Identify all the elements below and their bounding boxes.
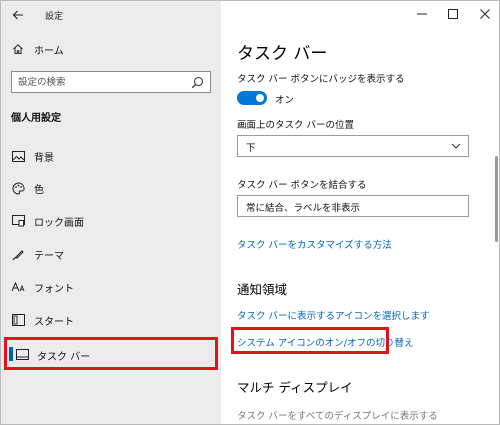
section-title: 個人用設定 [11, 113, 61, 124]
toggle-knob [256, 94, 264, 102]
page-title: タスク バー [237, 44, 328, 64]
customize-taskbar-link[interactable]: タスク バーをカスタマイズする方法 [237, 237, 392, 251]
sidebar-item-label: ホーム [34, 46, 64, 57]
sidebar-item-label: 色 [34, 185, 44, 196]
minimize-button[interactable] [412, 5, 432, 23]
search-box[interactable] [11, 71, 211, 93]
sidebar: 設定 ホーム 個人用設定 背景 色 [1, 1, 221, 424]
combine-dropdown-value: 常に結合、ラベルを非表示 [246, 203, 361, 214]
sidebar-item-label: タスク バー [37, 352, 91, 363]
titlebar: 設定 [1, 1, 221, 29]
badge-toggle[interactable] [237, 91, 267, 105]
selection-indicator [9, 347, 13, 361]
maximize-icon [448, 9, 458, 19]
close-button[interactable] [475, 5, 495, 23]
system-icons-link[interactable]: システム アイコンのオン/オフの切り替え [237, 335, 413, 349]
position-dropdown[interactable]: 下 [237, 135, 469, 157]
settings-window: 設定 ホーム 個人用設定 背景 色 [0, 0, 500, 425]
position-dropdown-value: 下 [246, 143, 256, 154]
chevron-down-icon [451, 143, 461, 149]
badge-toggle-state: オン [275, 95, 295, 106]
all-displays-label: タスク バーをすべてのディスプレイに表示する [237, 411, 438, 422]
combine-dropdown[interactable]: 常に結合、ラベルを非表示 [237, 195, 469, 217]
sidebar-item-font[interactable]: フォント [1, 274, 221, 300]
font-icon [11, 280, 25, 294]
position-setting-label: 画面上のタスク バーの位置 [237, 120, 355, 131]
select-icons-link[interactable]: タスク バーに表示するアイコンを選択します [237, 308, 430, 322]
sidebar-item-start[interactable]: スタート [1, 307, 221, 333]
app-title: 設定 [45, 12, 64, 22]
palette-icon [11, 181, 25, 195]
sidebar-item-label: スタート [34, 317, 74, 328]
notification-area-heading: 通知領域 [237, 282, 288, 297]
badge-setting-label: タスク バー ボタンにバッジを表示する [237, 74, 405, 85]
sidebar-item-background[interactable]: 背景 [1, 143, 221, 169]
lock-screen-icon [11, 214, 25, 228]
sidebar-item-taskbar[interactable]: タスク バー [4, 337, 218, 370]
multi-display-heading: マルチ ディスプレイ [237, 380, 353, 395]
start-icon [11, 313, 25, 327]
maximize-button[interactable] [443, 5, 463, 23]
sidebar-item-label: フォント [34, 284, 74, 295]
sidebar-item-label: テーマ [34, 251, 64, 262]
sidebar-item-theme[interactable]: テーマ [1, 241, 221, 267]
sidebar-item-color[interactable]: 色 [1, 175, 221, 201]
back-button[interactable] [9, 6, 27, 24]
close-icon [480, 9, 490, 19]
taskbar-icon [15, 347, 29, 361]
sidebar-item-label: 背景 [34, 153, 54, 164]
sidebar-item-lock-screen[interactable]: ロック画面 [1, 208, 221, 234]
search-icon[interactable] [191, 76, 204, 89]
image-icon [11, 149, 25, 163]
back-arrow-icon [12, 10, 23, 20]
minimize-icon [417, 13, 427, 15]
scrollbar[interactable] [495, 156, 498, 242]
sidebar-item-home[interactable]: ホーム [1, 36, 221, 62]
main-panel: タスク バー タスク バー ボタンにバッジを表示する オン 画面上のタスク バー… [221, 1, 499, 424]
search-input[interactable] [18, 75, 183, 90]
theme-icon [11, 247, 25, 261]
home-icon [11, 42, 25, 56]
sidebar-item-label: ロック画面 [34, 218, 84, 229]
combine-setting-label: タスク バー ボタンを結合する [237, 180, 367, 191]
